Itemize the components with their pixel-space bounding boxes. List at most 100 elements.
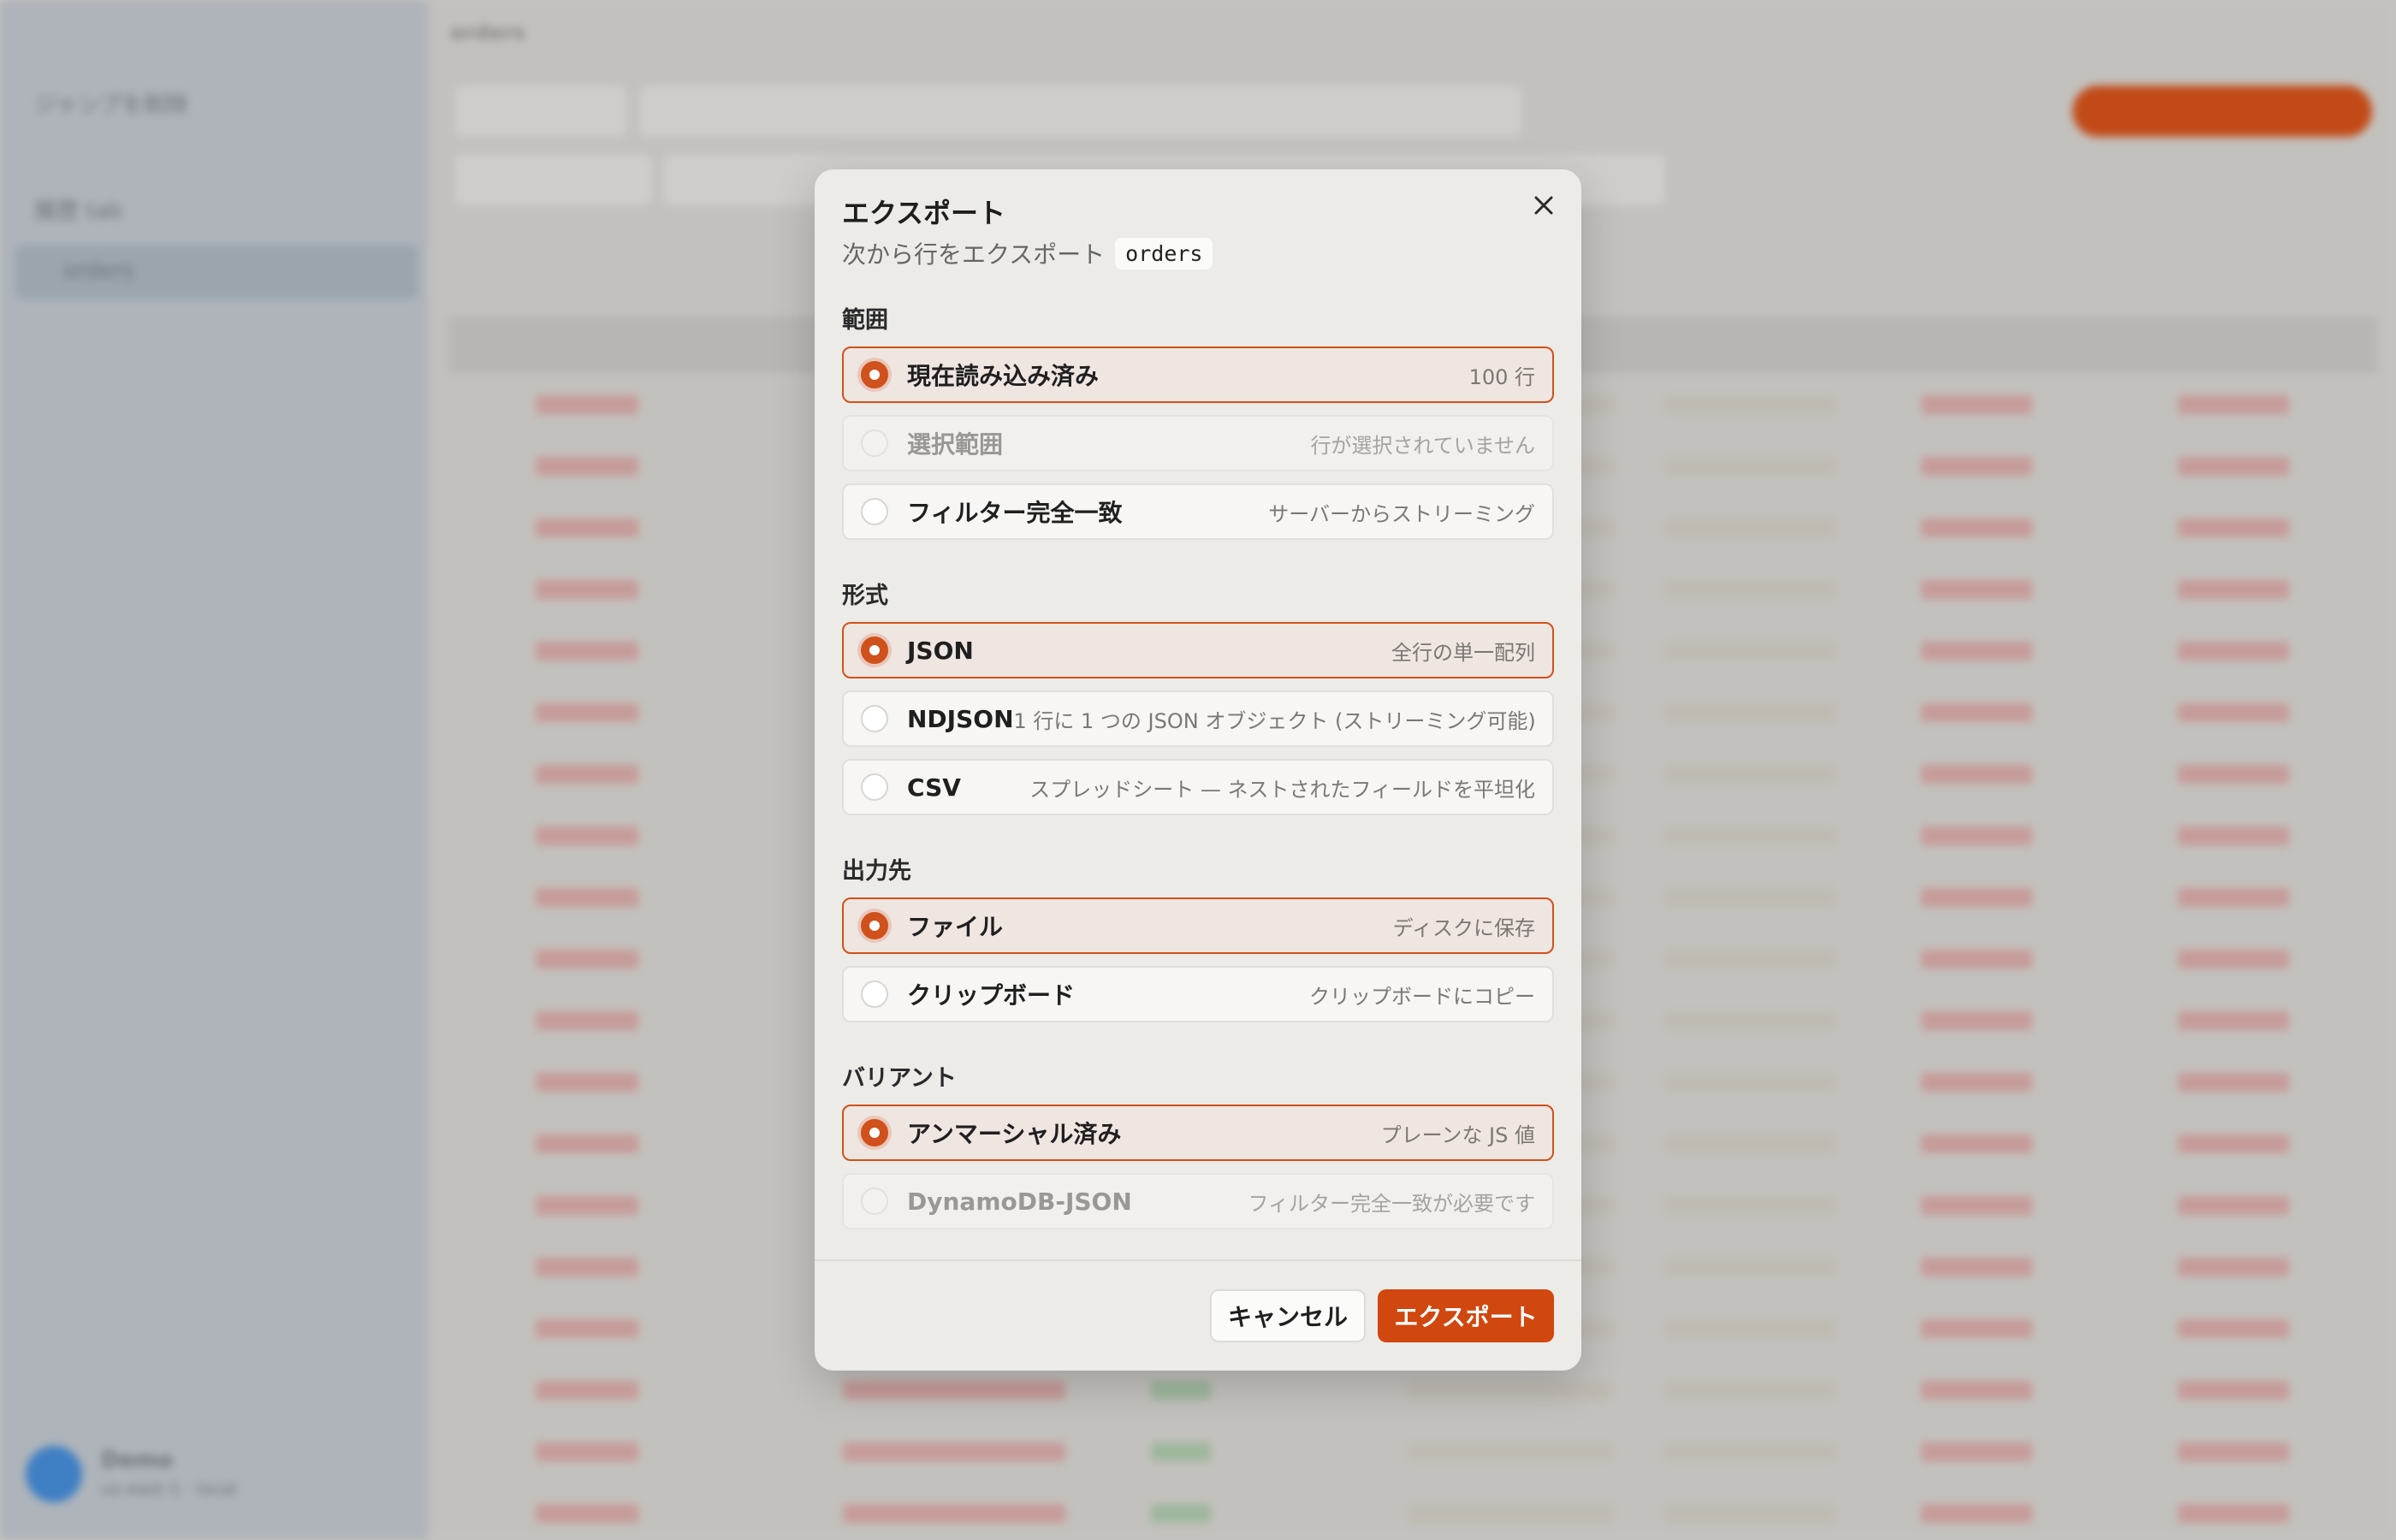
bg-table-cell	[1664, 395, 1836, 414]
radio-icon	[861, 705, 888, 732]
close-button[interactable]	[1527, 188, 1561, 222]
bg-table-cell	[2178, 1442, 2289, 1461]
footer-divider	[815, 1259, 1581, 1261]
bg-table-cell	[843, 1504, 1065, 1523]
bg-table-cell	[1664, 1258, 1836, 1276]
bg-table-cell	[2178, 1134, 2289, 1153]
bg-table-cell	[1921, 1073, 2032, 1092]
bg-table-cell	[1664, 1319, 1836, 1338]
bg-table-cell	[2178, 518, 2289, 537]
bg-table-cell	[1921, 950, 2032, 968]
sidebar-item-history: 履歴 tab	[34, 198, 122, 224]
bg-table-cell	[1921, 1442, 2032, 1461]
radio-icon	[861, 980, 888, 1008]
bg-table-cell	[1921, 703, 2032, 722]
option-label: クリップボード	[907, 981, 1076, 1010]
option-description: 100 行	[1468, 364, 1535, 389]
option-label: NDJSON	[907, 704, 1014, 733]
bg-table-cell	[1664, 1196, 1836, 1215]
option-description: 行が選択されていません	[1310, 433, 1535, 458]
bg-table-cell	[1408, 1442, 1613, 1461]
bg-table-cell	[536, 950, 638, 968]
bg-table-cell	[1664, 826, 1836, 845]
bg-table-cell	[2178, 1196, 2289, 1215]
bg-dropdown	[455, 86, 626, 137]
option-format-json[interactable]: JSON 全行の単一配列	[842, 622, 1554, 678]
bg-table-cell	[843, 1381, 1065, 1400]
option-variant-dynamodb-json: DynamoDB-JSON フィルター完全一致が必要です	[842, 1173, 1554, 1229]
bg-table-cell	[536, 1442, 638, 1461]
bg-table-cell	[2178, 1381, 2289, 1400]
close-icon	[1534, 196, 1553, 215]
option-destination-clipboard[interactable]: クリップボード クリップボードにコピー	[842, 966, 1554, 1022]
bg-table-cell	[2178, 888, 2289, 907]
avatar	[26, 1446, 82, 1502]
sidebar-item-orders: orders	[63, 258, 134, 284]
radio-icon	[861, 1119, 888, 1146]
bg-table-cell	[1921, 1011, 2032, 1030]
bg-table-cell	[536, 580, 638, 599]
user-name: Demo	[101, 1448, 174, 1473]
option-format-ndjson[interactable]: NDJSON 1 行に 1 つの JSON オブジェクト (ストリーミング可能)	[842, 690, 1554, 747]
option-description: 1 行に 1 つの JSON オブジェクト (ストリーミング可能)	[1013, 708, 1536, 733]
bg-table-cell	[536, 826, 638, 845]
bg-table-cell	[536, 1196, 638, 1215]
bg-table-cell	[1664, 950, 1836, 968]
option-range-selection: 選択範囲 行が選択されていません	[842, 415, 1554, 471]
option-label: 選択範囲	[907, 430, 1004, 459]
bg-table-cell	[1664, 1073, 1836, 1092]
primary-action-pill	[2073, 86, 2372, 137]
bg-table-cell	[2178, 642, 2289, 660]
bg-table-cell	[1921, 826, 2032, 845]
export-dialog: エクスポート 次から行をエクスポート orders 範囲 現在読み込み済み 10…	[815, 169, 1581, 1371]
option-variant-unmarshalled[interactable]: アンマーシャル済み プレーンな JS 値	[842, 1105, 1554, 1161]
option-range-filter-exact[interactable]: フィルター完全一致 サーバーからストリーミング	[842, 483, 1554, 540]
section-label-destination: 出力先	[842, 858, 911, 885]
bg-table-cell	[843, 1442, 1065, 1461]
option-description: ディスクに保存	[1392, 915, 1535, 940]
cancel-button[interactable]: キャンセル	[1210, 1289, 1366, 1342]
bg-table-cell	[2178, 580, 2289, 599]
option-format-csv[interactable]: CSV スプレッドシート — ネストされたフィールドを平坦化	[842, 759, 1554, 815]
sidebar-back-link: ジャンプを削除	[34, 92, 188, 118]
bg-table-cell	[536, 1011, 638, 1030]
radio-icon	[861, 773, 888, 801]
bg-table-cell	[1408, 1504, 1613, 1523]
bg-filter-field	[455, 154, 652, 205]
option-range-loaded[interactable]: 現在読み込み済み 100 行	[842, 346, 1554, 403]
table-title: orders	[450, 21, 525, 44]
export-button[interactable]: エクスポート	[1378, 1289, 1554, 1342]
bg-table-cell	[1921, 457, 2032, 476]
section-label-format: 形式	[842, 583, 888, 609]
option-label: ファイル	[907, 913, 1004, 941]
dialog-subtitle: 次から行をエクスポート orders	[842, 236, 1213, 270]
bg-table-cell	[536, 1319, 638, 1338]
bg-table-cell	[2178, 950, 2289, 968]
radio-icon	[861, 498, 888, 525]
bg-table-cell	[1664, 1504, 1836, 1523]
option-destination-file[interactable]: ファイル ディスクに保存	[842, 897, 1554, 954]
section-label-range: 範囲	[842, 307, 888, 334]
bg-table-cell	[536, 395, 638, 414]
bg-key-input	[640, 86, 1521, 137]
bg-table-cell	[1664, 457, 1836, 476]
bg-table-cell	[1151, 1442, 1211, 1461]
option-description: 全行の単一配列	[1391, 640, 1535, 665]
bg-table-cell	[1664, 518, 1836, 537]
bg-table-cell	[536, 888, 638, 907]
bg-table-cell	[1921, 1319, 2032, 1338]
bg-table-cell	[1921, 580, 2032, 599]
bg-table-cell	[2178, 826, 2289, 845]
radio-icon	[861, 912, 888, 939]
option-label: JSON	[907, 636, 974, 665]
option-description: サーバーからストリーミング	[1268, 501, 1535, 526]
user-region: us-east-1 · local	[101, 1478, 237, 1499]
bg-table-cell	[1921, 1134, 2032, 1153]
bg-table-cell	[1921, 1381, 2032, 1400]
bg-table-cell	[1664, 1134, 1836, 1153]
bg-table-cell	[536, 457, 638, 476]
option-description: プレーンな JS 値	[1380, 1122, 1535, 1147]
bg-table-cell	[1151, 1381, 1211, 1400]
option-description: クリップボードにコピー	[1309, 984, 1535, 1009]
bg-table-cell	[1664, 1011, 1836, 1030]
